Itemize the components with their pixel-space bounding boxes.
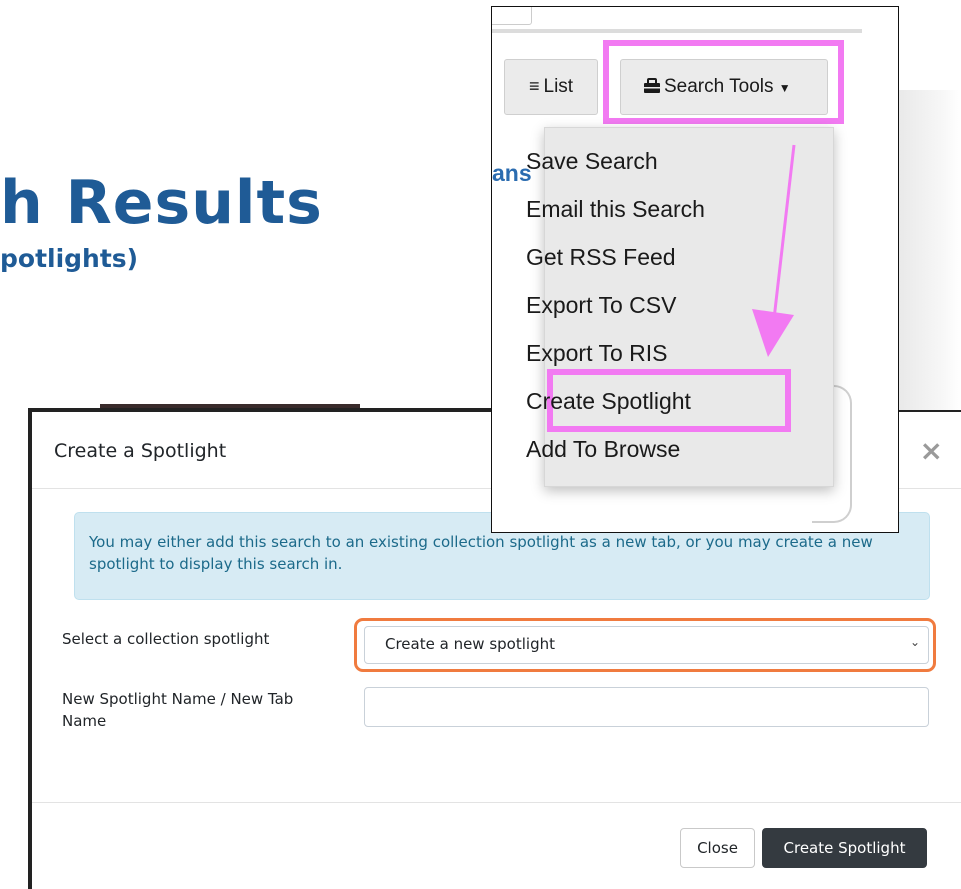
- spotlight-name-label: New Spotlight Name / New Tab Name: [62, 688, 293, 732]
- select-value: Create a new spotlight: [385, 635, 555, 653]
- callout-shadow: [899, 90, 961, 410]
- arrow-annotation: [752, 144, 796, 357]
- modal-footer-divider: [32, 802, 961, 803]
- create-spotlight-button[interactable]: Create Spotlight: [762, 828, 927, 868]
- close-icon[interactable]: ×: [920, 434, 943, 467]
- slide-title: h Results: [0, 168, 323, 238]
- info-text-line1: You may either add this search to an exi…: [89, 533, 873, 551]
- spotlight-name-label-line2: Name: [62, 712, 107, 730]
- spotlight-name-input[interactable]: [364, 687, 929, 727]
- info-text-line2: spotlight to display this search in.: [89, 555, 343, 573]
- spotlight-select[interactable]: Create a new spotlight ⌄: [364, 626, 929, 664]
- chevron-down-icon: ⌄: [909, 635, 920, 649]
- spotlight-name-label-line1: New Spotlight Name / New Tab: [62, 690, 294, 708]
- select-spotlight-label: Select a collection spotlight: [62, 630, 270, 648]
- close-button[interactable]: Close: [680, 828, 755, 868]
- slide-subtitle: potlights): [0, 244, 139, 273]
- modal-title: Create a Spotlight: [54, 440, 227, 462]
- search-tools-callout: ≡ List Search Tools ▼ ans Save Search Ema…: [491, 6, 899, 533]
